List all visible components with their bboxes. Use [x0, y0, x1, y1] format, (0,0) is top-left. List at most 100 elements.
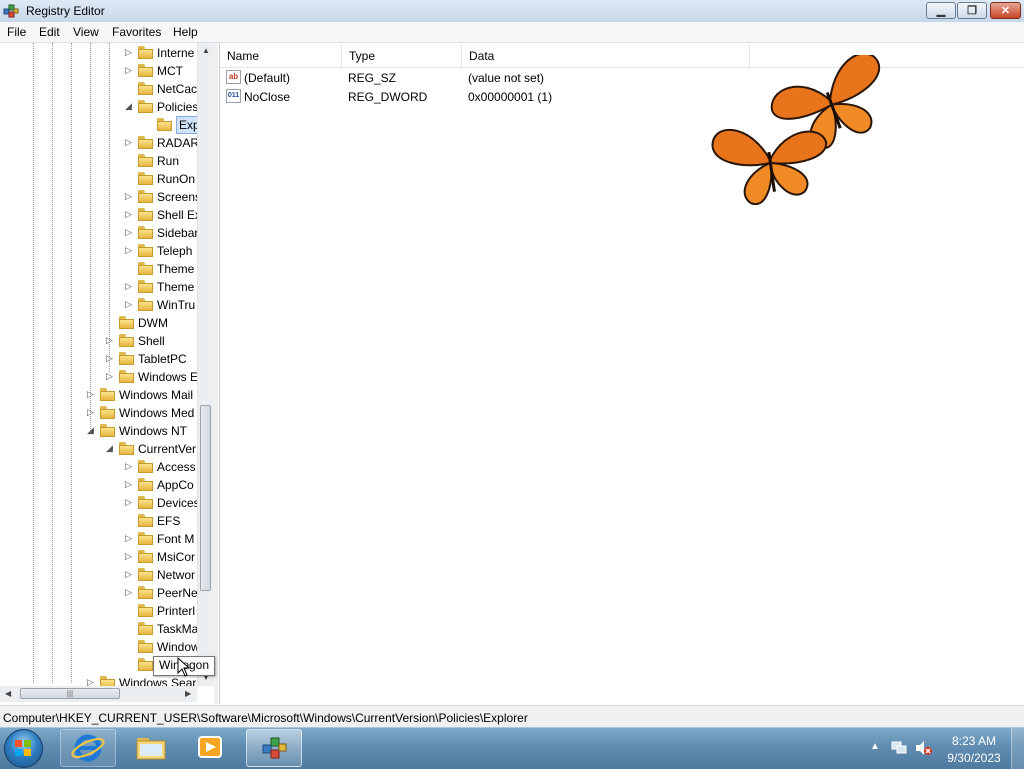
tree-item[interactable]: TaskMa	[125, 620, 198, 638]
expand-arrow-icon[interactable]: ▷	[125, 209, 135, 220]
tree-item[interactable]: ▷ Interne	[125, 44, 197, 62]
expand-arrow-icon[interactable]: ▷	[125, 191, 135, 202]
network-icon[interactable]	[890, 740, 908, 756]
tree-item[interactable]: ▷ RADAR	[125, 134, 199, 152]
tree-horizontal-scrollbar[interactable]: ◀ ||| ▶	[0, 686, 197, 702]
expand-arrow-icon[interactable]: ▷	[125, 533, 135, 544]
folder-icon	[138, 64, 153, 77]
tree-item[interactable]: Exp	[144, 116, 204, 134]
tree-item[interactable]: DWM	[106, 314, 197, 332]
scroll-up-icon[interactable]: ▲	[202, 46, 210, 55]
menu-view[interactable]: View	[73, 25, 99, 39]
collapse-arrow-icon[interactable]: ◢	[87, 425, 97, 436]
expand-arrow-icon[interactable]: ▷	[125, 479, 135, 490]
column-header-data[interactable]: Data	[462, 45, 750, 67]
column-header-name[interactable]: Name	[220, 45, 342, 67]
taskbar-file-explorer[interactable]	[124, 729, 180, 767]
volume-muted-icon[interactable]	[914, 740, 932, 756]
tree-item[interactable]: ▷ AppCo	[125, 476, 197, 494]
restore-button[interactable]: ❐	[957, 2, 987, 19]
collapse-arrow-icon[interactable]: ◢	[106, 443, 116, 454]
tree-item[interactable]: ▷ PeerNe	[125, 584, 198, 602]
tree-item[interactable]: EFS	[125, 512, 197, 530]
tree-item[interactable]: ▷ Access	[125, 458, 197, 476]
taskbar-internet-explorer[interactable]	[60, 729, 116, 767]
tree-item[interactable]: ▷ Windows E	[106, 368, 198, 386]
folder-icon	[138, 262, 153, 275]
tree-item[interactable]: ▷ Networ	[125, 566, 197, 584]
tree-item[interactable]: ▷ Shell	[106, 332, 197, 350]
tree-item[interactable]: ▷ Shell Ex	[125, 206, 201, 224]
tree-item[interactable]: RunOn	[125, 170, 197, 188]
tree-item[interactable]: ◢ CurrentVer	[106, 440, 197, 458]
tree-item[interactable]: Run	[125, 152, 197, 170]
expand-arrow-icon[interactable]: ▷	[125, 245, 135, 256]
tree-item-label: Screens	[157, 190, 202, 204]
expand-arrow-icon[interactable]: ▷	[125, 587, 135, 598]
tree-item[interactable]: ◢ Policies	[125, 98, 198, 116]
expand-arrow-icon[interactable]: ▷	[125, 281, 135, 292]
tree-vertical-scrollbar[interactable]: ▲ ▼	[197, 43, 214, 686]
tree-item[interactable]: Theme	[125, 260, 197, 278]
collapse-arrow-icon[interactable]: ◢	[125, 101, 135, 112]
clock-date[interactable]: 9/30/2023	[946, 751, 1002, 765]
tree-item[interactable]: ▷ TabletPC	[106, 350, 197, 368]
value-row[interactable]: 011 NoClose REG_DWORD 0x00000001 (1)	[220, 87, 1024, 106]
tree-item-label: RunOn	[157, 172, 196, 186]
folder-icon	[119, 370, 134, 383]
list-header: Name Type Data	[220, 45, 1024, 68]
tree-item[interactable]: ▷ MCT	[125, 62, 197, 80]
menu-favorites[interactable]: Favorites	[112, 25, 161, 39]
expand-arrow-icon[interactable]: ▷	[125, 65, 135, 76]
key-tree[interactable]: ▷ Interne ▷ MCT NetCac ◢ Policies Exp ▷ RADAR Run R…	[0, 43, 215, 704]
expand-arrow-icon[interactable]: ▷	[125, 299, 135, 310]
values-list[interactable]: Name Type Data ab (Default) REG_SZ (valu…	[219, 43, 1024, 704]
menu-help[interactable]: Help	[173, 25, 198, 39]
expand-arrow-icon[interactable]: ▷	[106, 353, 116, 364]
title-bar[interactable]: Registry Editor ▁ ❐ ✕	[0, 0, 1024, 23]
tree-item[interactable]: ◢ Windows NT	[87, 422, 197, 440]
tree-item[interactable]: ▷ Teleph	[125, 242, 197, 260]
show-desktop-button[interactable]	[1011, 728, 1024, 769]
taskbar-registry-editor[interactable]	[246, 729, 302, 767]
minimize-button[interactable]: ▁	[926, 2, 956, 19]
tree-item[interactable]: ▷ Windows Med	[87, 404, 197, 422]
expand-arrow-icon[interactable]: ▷	[125, 497, 135, 508]
tree-vertical-scroll-thumb[interactable]	[200, 405, 211, 591]
column-header-type[interactable]: Type	[342, 45, 462, 67]
taskbar-media-player[interactable]	[183, 729, 239, 767]
tree-item[interactable]: Printerl	[125, 602, 197, 620]
tree-item[interactable]: ▷ WinTru	[125, 296, 197, 314]
tree-item[interactable]: Window	[125, 638, 200, 656]
expand-arrow-icon[interactable]: ▷	[125, 227, 135, 238]
tree-item[interactable]: ▷ Theme	[125, 278, 197, 296]
expand-arrow-icon[interactable]: ▷	[125, 569, 135, 580]
tree-item[interactable]: ▷ Font M	[125, 530, 197, 548]
close-button[interactable]: ✕	[990, 2, 1021, 19]
tree-horizontal-scroll-thumb[interactable]: |||	[20, 688, 120, 699]
clock-time[interactable]: 8:23 AM	[946, 734, 1002, 748]
folder-icon	[138, 568, 153, 581]
menu-edit[interactable]: Edit	[39, 25, 60, 39]
scroll-right-icon[interactable]: ▶	[185, 689, 191, 698]
expand-arrow-icon[interactable]: ▷	[87, 407, 97, 418]
menu-file[interactable]: File	[7, 25, 26, 39]
start-button[interactable]	[4, 729, 43, 768]
tree-item[interactable]: ▷ Devices	[125, 494, 200, 512]
tree-item[interactable]: ▷ Sidebar	[125, 224, 198, 242]
expand-arrow-icon[interactable]: ▷	[87, 389, 97, 400]
expand-arrow-icon[interactable]: ▷	[106, 335, 116, 346]
expand-arrow-icon[interactable]: ▷	[125, 551, 135, 562]
expand-arrow-icon[interactable]: ▷	[125, 461, 135, 472]
tree-item[interactable]: ▷ Screens	[125, 188, 201, 206]
pane-splitter[interactable]	[214, 43, 218, 704]
expand-arrow-icon[interactable]: ▷	[125, 47, 135, 58]
scroll-left-icon[interactable]: ◀	[5, 689, 11, 698]
expand-arrow-icon[interactable]: ▷	[125, 137, 135, 148]
tree-item[interactable]: ▷ Windows Mail	[87, 386, 197, 404]
value-row[interactable]: ab (Default) REG_SZ (value not set)	[220, 68, 1024, 87]
tree-item[interactable]: NetCac	[125, 80, 197, 98]
show-hidden-icons-icon[interactable]: ▲	[870, 741, 880, 752]
tree-item[interactable]: ▷ MsiCor	[125, 548, 197, 566]
expand-arrow-icon[interactable]: ▷	[106, 371, 116, 382]
